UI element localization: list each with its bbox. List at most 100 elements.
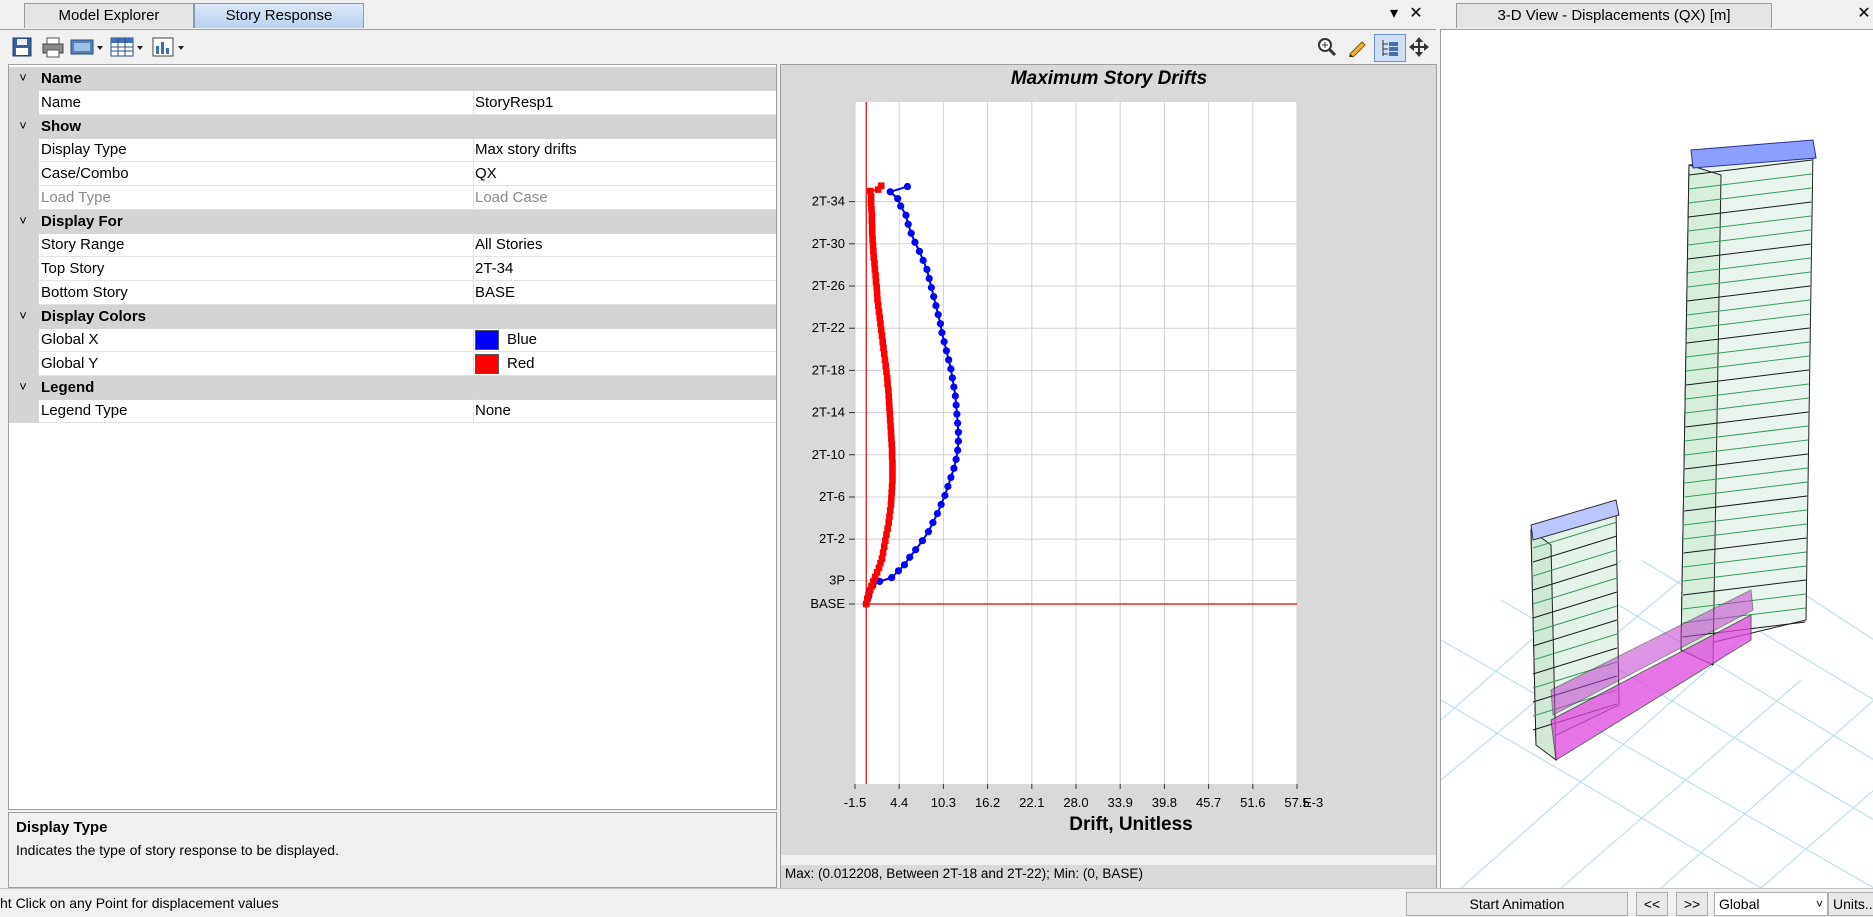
data-point[interactable] xyxy=(885,386,892,394)
data-point[interactable] xyxy=(880,350,888,358)
property-value[interactable]: Max story drifts xyxy=(475,141,577,158)
data-point[interactable] xyxy=(874,302,882,309)
data-point[interactable] xyxy=(929,519,937,527)
data-point[interactable] xyxy=(869,242,877,249)
data-point[interactable] xyxy=(938,329,946,337)
data-point[interactable] xyxy=(871,266,879,273)
data-point[interactable] xyxy=(881,356,889,364)
data-point[interactable] xyxy=(875,308,883,315)
close-icon[interactable]: ✕ xyxy=(1854,4,1873,24)
data-point[interactable] xyxy=(884,380,891,388)
data-point[interactable] xyxy=(885,398,893,406)
data-point[interactable] xyxy=(889,477,896,484)
data-point[interactable] xyxy=(886,507,894,514)
data-point[interactable] xyxy=(868,211,876,219)
chart-options-icon[interactable] xyxy=(152,34,186,60)
data-point[interactable] xyxy=(886,410,894,418)
data-point[interactable] xyxy=(953,410,961,418)
data-point[interactable] xyxy=(947,473,955,481)
data-point[interactable] xyxy=(912,546,920,554)
data-point[interactable] xyxy=(954,419,962,427)
data-point[interactable] xyxy=(887,428,895,436)
data-point[interactable] xyxy=(954,446,962,454)
units-button[interactable]: Units... xyxy=(1828,892,1873,916)
data-point[interactable] xyxy=(924,528,933,536)
data-point[interactable] xyxy=(868,223,876,231)
data-point[interactable] xyxy=(947,365,955,373)
data-point[interactable] xyxy=(903,182,912,191)
category-display-for[interactable]: ˅ Display For xyxy=(9,210,776,234)
data-point[interactable] xyxy=(915,247,924,255)
data-point[interactable] xyxy=(930,292,938,301)
data-point[interactable] xyxy=(888,440,896,448)
data-point[interactable] xyxy=(870,248,877,255)
data-point[interactable] xyxy=(951,392,959,400)
data-point[interactable] xyxy=(886,188,894,196)
start-animation-button[interactable]: Start Animation xyxy=(1406,892,1628,916)
data-point[interactable] xyxy=(942,347,950,355)
data-point[interactable] xyxy=(952,455,960,463)
data-point[interactable] xyxy=(888,446,896,454)
data-point[interactable] xyxy=(948,374,956,382)
story-drift-chart[interactable]: Maximum Story Drifts BASE 3P 2T-2 2T-6 2T-10… xyxy=(781,65,1436,889)
data-point[interactable] xyxy=(867,187,874,195)
data-point[interactable] xyxy=(882,537,889,544)
data-point[interactable] xyxy=(902,211,910,219)
data-point[interactable] xyxy=(886,513,893,520)
data-point[interactable] xyxy=(934,311,942,319)
data-point[interactable] xyxy=(872,272,879,279)
data-point[interactable] xyxy=(868,229,876,237)
pencil-icon[interactable] xyxy=(1344,34,1370,60)
data-point[interactable] xyxy=(887,501,895,508)
data-point[interactable] xyxy=(918,537,927,545)
category-legend[interactable]: ˅ Legend xyxy=(9,376,776,400)
data-point[interactable] xyxy=(897,202,905,210)
chevron-down-icon[interactable]: ˅ xyxy=(15,379,31,395)
close-icon[interactable]: ✕ xyxy=(1406,4,1426,24)
data-point[interactable] xyxy=(937,500,945,509)
property-row-top-story[interactable]: Top Story 2T-34 xyxy=(9,257,776,281)
tab-3d-view[interactable]: 3-D View - Displacements (QX) [m] xyxy=(1456,3,1772,28)
3d-building-model[interactable] xyxy=(1440,0,1873,889)
category-show[interactable]: ˅ Show xyxy=(9,115,776,139)
data-point[interactable] xyxy=(954,437,962,445)
color-swatch-blue[interactable] xyxy=(475,330,499,350)
data-point[interactable] xyxy=(874,296,881,303)
data-point[interactable] xyxy=(873,290,881,297)
chevron-down-icon[interactable]: ˅ xyxy=(15,308,31,324)
data-point[interactable] xyxy=(883,368,890,376)
data-point[interactable] xyxy=(888,483,896,490)
data-point[interactable] xyxy=(871,260,878,267)
property-row-name[interactable]: Name StoryResp1 xyxy=(9,91,776,115)
data-point[interactable] xyxy=(933,509,942,518)
tree-icon[interactable] xyxy=(1374,34,1406,62)
property-value[interactable]: QX xyxy=(475,165,497,182)
data-point[interactable] xyxy=(885,519,893,526)
data-point[interactable] xyxy=(867,193,875,201)
data-point[interactable] xyxy=(870,254,878,261)
data-point[interactable] xyxy=(883,531,890,538)
data-point[interactable] xyxy=(882,362,890,370)
data-point[interactable] xyxy=(873,284,881,291)
dropdown-arrow-icon[interactable]: ▾ xyxy=(1384,4,1404,24)
data-point[interactable] xyxy=(885,392,893,400)
category-name[interactable]: ˅ Name xyxy=(9,67,776,91)
data-point[interactable] xyxy=(888,434,895,442)
data-point[interactable] xyxy=(876,314,884,321)
data-point[interactable] xyxy=(907,229,915,237)
data-point[interactable] xyxy=(872,278,880,285)
data-point[interactable] xyxy=(884,525,891,532)
data-point[interactable] xyxy=(883,374,891,382)
data-point[interactable] xyxy=(936,320,945,328)
property-value[interactable]: None xyxy=(475,402,511,419)
data-point[interactable] xyxy=(878,332,886,340)
data-point[interactable] xyxy=(906,553,914,561)
chevron-down-icon[interactable]: ˅ xyxy=(15,118,31,134)
property-value[interactable]: BASE xyxy=(475,284,515,301)
data-point[interactable] xyxy=(879,338,887,346)
property-row-case-combo[interactable]: Case/Combo QX xyxy=(9,162,776,186)
table-icon[interactable] xyxy=(110,34,144,60)
chevron-down-icon[interactable]: ˅ xyxy=(15,70,31,86)
data-point[interactable] xyxy=(869,235,876,243)
data-point[interactable] xyxy=(888,489,896,496)
